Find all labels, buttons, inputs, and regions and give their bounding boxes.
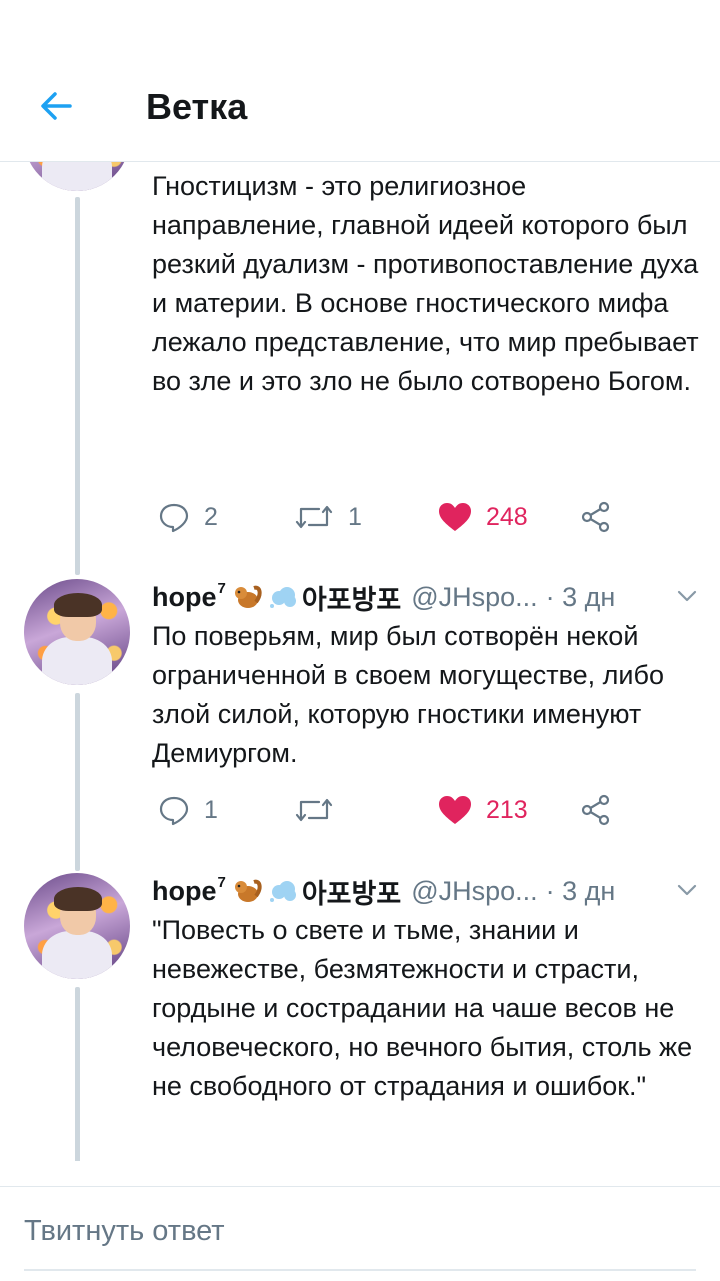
thread[interactable]: Гностицизм - это религиозное направление… bbox=[0, 161, 720, 1161]
reply-icon bbox=[159, 503, 189, 533]
display-name[interactable]: hope bbox=[152, 582, 217, 613]
top-bar: Ветка bbox=[0, 0, 720, 162]
like-button[interactable]: 213 bbox=[438, 790, 528, 830]
thread-line bbox=[75, 693, 80, 871]
cloud-icon bbox=[269, 587, 296, 608]
reply-icon bbox=[159, 796, 189, 826]
user-handle: @JHspo... bbox=[411, 581, 538, 612]
share-icon bbox=[581, 794, 610, 826]
share-icon bbox=[581, 501, 610, 533]
tweet-time: · 3 дн bbox=[545, 581, 616, 612]
display-name-korean: 아포방포 bbox=[301, 878, 402, 909]
reply-input[interactable]: Твитнуть ответ bbox=[24, 1215, 225, 1248]
cloud-icon bbox=[269, 881, 296, 902]
tweet-text: "Повесть о свете и тьме, знании и невеже… bbox=[152, 915, 693, 1101]
tweet-actions: 2 1 248 bbox=[0, 497, 720, 537]
display-name-korean: 아포방포 bbox=[301, 584, 402, 615]
chevron-down-icon[interactable] bbox=[676, 879, 698, 901]
avatar[interactable] bbox=[24, 161, 130, 191]
name-superscript: 7 bbox=[217, 873, 226, 891]
display-name[interactable]: hope bbox=[152, 876, 217, 907]
arrow-left-icon[interactable] bbox=[36, 86, 76, 126]
user-handle: @JHspo... bbox=[411, 875, 538, 906]
reply-count: 2 bbox=[204, 502, 218, 531]
retweet-button[interactable]: 1 bbox=[294, 497, 362, 537]
tweet-text: Гностицизм - это религиозное направление… bbox=[152, 171, 699, 396]
reply-button[interactable]: 2 bbox=[158, 497, 218, 537]
heart-icon bbox=[439, 796, 471, 824]
like-count: 213 bbox=[486, 795, 528, 824]
retweet-count: 1 bbox=[348, 502, 362, 531]
page-title: Ветка bbox=[146, 86, 248, 127]
avatar[interactable] bbox=[24, 579, 130, 685]
thread-line bbox=[75, 987, 80, 1161]
reply-button[interactable]: 1 bbox=[158, 790, 218, 830]
like-count: 248 bbox=[486, 502, 528, 531]
retweet-icon bbox=[295, 798, 333, 822]
tweet-actions: 1 213 bbox=[0, 790, 720, 830]
chevron-down-icon[interactable] bbox=[676, 585, 698, 607]
retweet-icon bbox=[295, 505, 333, 529]
retweet-button[interactable] bbox=[294, 790, 348, 830]
tweet-header: hope 7 아포방포 @JHspo... · 3 дн bbox=[152, 579, 615, 615]
reply-underline bbox=[24, 1269, 696, 1271]
tweet-time: · 3 дн bbox=[545, 875, 616, 906]
avatar[interactable] bbox=[24, 873, 130, 979]
like-button[interactable]: 248 bbox=[438, 497, 528, 537]
heart-icon bbox=[439, 503, 471, 531]
name-superscript: 7 bbox=[217, 579, 226, 597]
chipmunk-icon bbox=[234, 585, 262, 608]
tweet-text: По поверьям, мир был сотворён некой огра… bbox=[152, 621, 664, 768]
reply-count: 1 bbox=[204, 795, 218, 824]
chipmunk-icon bbox=[234, 879, 262, 902]
tweet-header: hope 7 아포방포 @JHspo... · 3 дн bbox=[152, 873, 615, 909]
share-button[interactable] bbox=[580, 790, 612, 830]
share-button[interactable] bbox=[580, 497, 612, 537]
reply-composer: Твитнуть ответ bbox=[0, 1186, 720, 1281]
